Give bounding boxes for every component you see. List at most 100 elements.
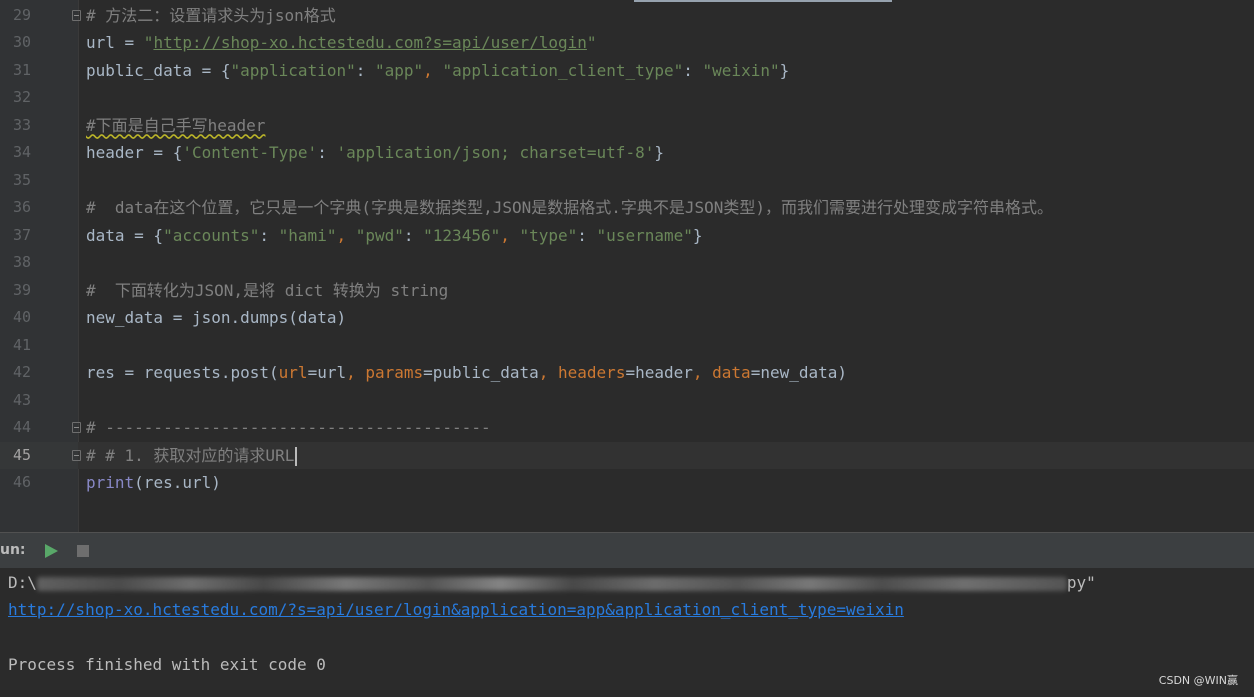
- fold-icon[interactable]: [72, 9, 81, 21]
- line-number: 40: [12, 308, 31, 326]
- code-token: "username": [596, 225, 693, 245]
- code-token: # 方法二：设置请求头为json格式: [86, 5, 336, 25]
- code-token: "weixin": [702, 60, 780, 80]
- code-line[interactable]: 39 # 下面转化为JSON,是将 dict 转换为 string: [0, 277, 1254, 305]
- code-token: ,: [538, 363, 559, 382]
- code-text: print(res.url): [86, 469, 221, 497]
- exit-message: Process finished with exit code 0: [8, 655, 326, 674]
- code-token: :: [355, 60, 375, 80]
- code-line[interactable]: 33 #下面是自己手写header: [0, 112, 1254, 140]
- code-token: =new_data): [750, 363, 848, 382]
- code-text: header = {'Content-Type': 'application/j…: [86, 139, 664, 167]
- code-token: ,: [336, 225, 356, 245]
- stop-icon[interactable]: [77, 545, 89, 557]
- code-token: "hami": [278, 225, 337, 245]
- code-line[interactable]: 30 url = "http://shop-xo.hctestedu.com?s=…: [0, 29, 1254, 57]
- code-text: url = "http://shop-xo.hctestedu.com?s=ap…: [86, 29, 597, 57]
- line-number: 34: [12, 143, 31, 161]
- code-token: header = {: [86, 143, 183, 162]
- code-token: "application": [230, 60, 356, 80]
- line-number: 31: [12, 60, 31, 79]
- code-token: # data在这个位置，它只是一个字典(字典是数据类型,JSON是数据格式.字典…: [86, 198, 1054, 217]
- code-token: print: [86, 473, 135, 492]
- code-token: # 下面转化为JSON,是将 dict 转换为 string: [86, 280, 449, 300]
- code-text: #下面是自己手写header: [86, 112, 265, 140]
- code-token: =header: [625, 363, 693, 382]
- code-line[interactable]: 46 print(res.url): [0, 469, 1254, 497]
- run-toolbar: un:: [0, 532, 1254, 568]
- code-token: "type": [519, 225, 578, 245]
- code-line[interactable]: 34 header = {'Content-Type': 'application…: [0, 139, 1254, 167]
- code-token: "application_client_type": [442, 60, 684, 80]
- code-token: ,: [692, 363, 713, 382]
- console-command-line: D:\ py": [8, 569, 1096, 596]
- line-number: 44: [12, 418, 31, 436]
- code-token: =public_data: [423, 363, 539, 382]
- code-token: }: [779, 60, 790, 80]
- code-token: url =: [86, 33, 144, 52]
- code-line[interactable]: 35: [0, 167, 1254, 195]
- code-text: # 方法二：设置请求头为json格式: [86, 2, 336, 30]
- code-line[interactable]: 42 res = requests.post(url=url, params=pu…: [0, 359, 1254, 387]
- code-editor[interactable]: 29 # 方法二：设置请求头为json格式 30 url = "http://shop…: [0, 0, 1254, 532]
- code-token: # --------------------------------------…: [86, 418, 491, 437]
- code-token: :: [577, 225, 597, 245]
- code-token: data: [712, 363, 751, 382]
- code-token: res = requests.post(: [86, 363, 279, 382]
- code-line[interactable]: 40 new_data = json.dumps(data): [0, 304, 1254, 332]
- code-line[interactable]: 44 # ------------------------------------…: [0, 414, 1254, 442]
- code-token: params: [365, 363, 424, 382]
- code-text: # data在这个位置，它只是一个字典(字典是数据类型,JSON是数据格式.字典…: [86, 194, 1053, 222]
- code-token: data = {: [86, 225, 164, 245]
- code-token: headers: [558, 363, 626, 382]
- run-console[interactable]: D:\ py" http://shop-xo.hctestedu.com/?s=a…: [0, 568, 1254, 697]
- code-token: public_data = {: [86, 60, 231, 80]
- command-path-suffix: py": [1066, 573, 1096, 592]
- command-path-prefix: D:\: [8, 573, 37, 592]
- code-token: =url: [307, 363, 347, 382]
- line-number: 45: [12, 445, 31, 464]
- code-token: 'Content-Type': [182, 143, 318, 162]
- code-token: }: [654, 143, 664, 162]
- code-line[interactable]: 29 # 方法二：设置请求头为json格式: [0, 2, 1254, 30]
- code-token: ,: [423, 60, 443, 80]
- line-number: 43: [12, 390, 31, 409]
- code-token: :: [403, 225, 424, 245]
- code-token: "app": [375, 60, 424, 80]
- code-token: url: [278, 363, 308, 382]
- code-token: ": [143, 33, 154, 52]
- code-token: :: [259, 225, 279, 245]
- line-number: 39: [12, 280, 31, 299]
- watermark: CSDN @WIN赢: [1158, 674, 1238, 687]
- code-text: # # 1. 获取对应的请求URL: [86, 442, 298, 470]
- code-text: public_data = {"application": "app", "ap…: [86, 57, 789, 85]
- code-line[interactable]: 37 data = {"accounts": "hami", "pwd": "12…: [0, 222, 1254, 250]
- line-number: 42: [12, 363, 31, 381]
- code-line[interactable]: 32: [0, 84, 1254, 112]
- line-number: 33: [12, 115, 31, 134]
- code-text: res = requests.post(url=url, params=publ…: [86, 359, 847, 387]
- code-line[interactable]: 38: [0, 249, 1254, 277]
- code-token: "pwd": [355, 225, 404, 245]
- code-token: "123456": [423, 225, 501, 245]
- code-token: # # 1. 获取对应的请求URL: [86, 445, 295, 465]
- code-token: :: [317, 143, 337, 162]
- code-token: http://shop-xo.hctestedu.com?s=api/user/…: [153, 33, 587, 52]
- fold-icon[interactable]: [72, 449, 81, 461]
- fold-icon[interactable]: [72, 422, 81, 433]
- line-number: 30: [12, 33, 31, 51]
- line-number: 38: [12, 253, 31, 271]
- play-icon[interactable]: [45, 544, 58, 558]
- code-token: #下面是自己手写header: [86, 115, 266, 135]
- code-text: # 下面转化为JSON,是将 dict 转换为 string: [86, 277, 448, 305]
- redacted-path: [36, 573, 1067, 592]
- code-text: # --------------------------------------…: [86, 414, 491, 442]
- code-line[interactable]: 41: [0, 332, 1254, 360]
- code-line[interactable]: 31 public_data = {"application": "app", "…: [0, 57, 1254, 85]
- code-line[interactable]: 45 # # 1. 获取对应的请求URL: [0, 441, 1254, 470]
- output-url-link[interactable]: http://shop-xo.hctestedu.com/?s=api/user…: [8, 600, 904, 619]
- code-token: :: [683, 60, 703, 80]
- code-line[interactable]: 36 # data在这个位置，它只是一个字典(字典是数据类型,JSON是数据格式.…: [0, 194, 1254, 222]
- code-line[interactable]: 43: [0, 387, 1254, 415]
- line-number: 41: [12, 335, 31, 354]
